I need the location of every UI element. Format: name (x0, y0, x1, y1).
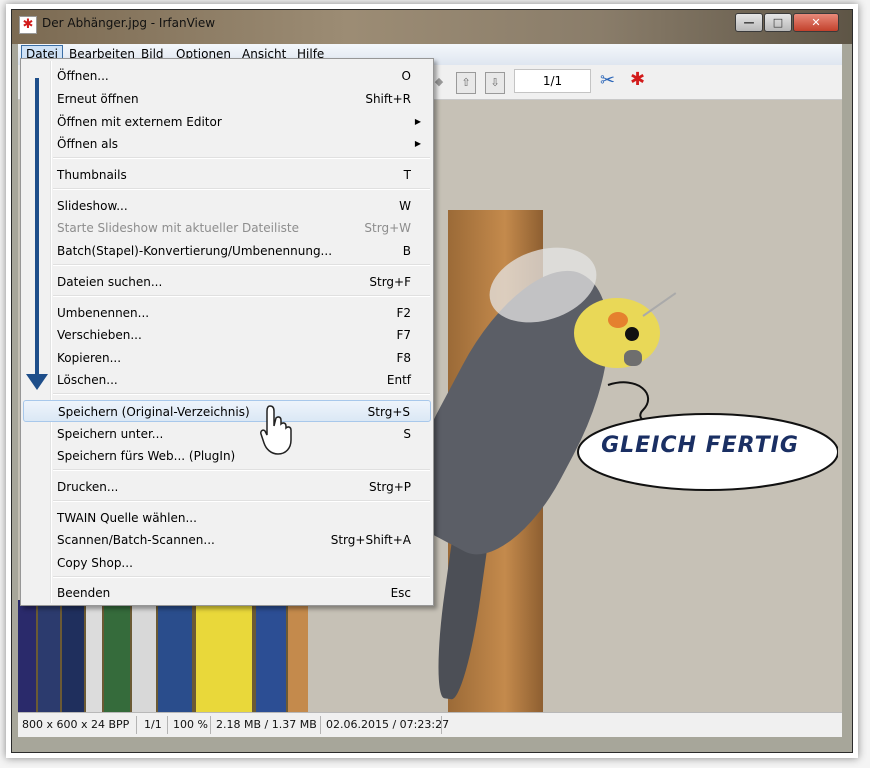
menu-item-twain-source[interactable]: TWAIN Quelle wählen... (23, 507, 431, 529)
menu-separator (53, 295, 430, 297)
menu-item-open[interactable]: Öffnen... O (23, 65, 431, 87)
submenu-arrow-icon: ▶ (414, 139, 421, 148)
cockatiel-head (574, 298, 660, 368)
next-page-icon[interactable]: ⇩ (485, 72, 505, 94)
speech-bubble (577, 381, 838, 491)
menu-item-start-slideshow: Starte Slideshow mit aktueller Dateilist… (57, 221, 411, 235)
menu-item-save[interactable]: Speichern (Original-Verzeichnis) Strg+S (23, 400, 431, 422)
minimize-button[interactable]: — (735, 13, 763, 32)
tools-icon[interactable]: ✂ (600, 70, 615, 91)
menu-item-save-as[interactable]: Speichern unter... S (23, 423, 431, 445)
status-zoom: 100 % (173, 718, 208, 731)
menu-item-scan[interactable]: Scannen/Batch-Scannen... Strg+Shift+A (23, 529, 431, 551)
menu-separator (53, 264, 430, 266)
menu-item-copy-shop[interactable]: Copy Shop... (23, 552, 431, 574)
status-bar: 800 x 600 x 24 BPP 1/1 100 % 2.18 MB / 1… (18, 712, 842, 737)
menu-separator (53, 188, 430, 190)
menu-item-batch-conversion[interactable]: Batch(Stapel)-Konvertierung/Umbenennung.… (23, 240, 431, 262)
menu-item-move[interactable]: Verschieben... F7 (23, 324, 431, 346)
menu-item-delete[interactable]: Löschen... Entf (23, 369, 431, 391)
cockatiel-crest (642, 292, 677, 317)
hand-cursor-icon (260, 405, 292, 455)
menu-item-exit[interactable]: Beenden Esc (23, 582, 431, 604)
status-page: 1/1 (144, 718, 162, 731)
cockatiel-cheek (608, 312, 628, 328)
status-filesize: 2.18 MB / 1.37 MB (216, 718, 317, 731)
status-datetime: 02.06.2015 / 07:23:27 (326, 718, 450, 731)
bug-icon[interactable]: ✱ (630, 69, 645, 90)
menu-item-open-as[interactable]: Öffnen als ▶ (23, 133, 431, 155)
menu-item-save-for-web[interactable]: Speichern fürs Web... (PlugIn) (23, 445, 431, 467)
menu-separator (53, 469, 430, 471)
menu-separator (53, 157, 430, 159)
cockatiel-eye (625, 327, 639, 341)
menu-item-search-files[interactable]: Dateien suchen... Strg+F (23, 271, 431, 293)
menu-separator (53, 576, 430, 578)
window-title: Der Abhänger.jpg - IrfanView (42, 16, 216, 30)
maximize-button[interactable]: □ (764, 13, 792, 32)
annotation-arrow-icon (35, 78, 39, 378)
menu-item-rename[interactable]: Umbenennen... F2 (23, 302, 431, 324)
menu-item-open-external-editor[interactable]: Öffnen mit externem Editor ▶ (23, 111, 431, 133)
prev-page-icon[interactable]: ⇧ (456, 72, 476, 94)
submenu-arrow-icon: ▶ (414, 117, 421, 126)
cockatiel-beak (624, 350, 642, 366)
menu-item-reopen[interactable]: Erneut öffnen Shift+R (23, 88, 431, 110)
menu-item-thumbnails[interactable]: Thumbnails T (23, 164, 431, 186)
annotation-arrowhead-icon (26, 374, 48, 390)
page-counter[interactable]: 1/1 (514, 69, 591, 93)
bookshelf-photo (18, 600, 308, 712)
menu-separator (53, 500, 430, 502)
menu-separator (53, 393, 430, 395)
file-menu-dropdown: Öffnen... O Erneut öffnen Shift+R Öffnen… (20, 58, 434, 606)
menu-item-print[interactable]: Drucken... Strg+P (23, 476, 431, 498)
menu-item-copy[interactable]: Kopieren... F8 (23, 347, 431, 369)
irfanview-icon[interactable]: ✱ (19, 16, 37, 34)
status-dimensions: 800 x 600 x 24 BPP (22, 718, 130, 731)
close-button[interactable]: ✕ (793, 13, 839, 32)
speech-bubble-text: GLEICH FERTIG (601, 433, 799, 458)
title-bar[interactable]: ✱ Der Abhänger.jpg - IrfanView — □ ✕ (12, 10, 852, 44)
menu-item-slideshow[interactable]: Slideshow... W (23, 195, 431, 217)
